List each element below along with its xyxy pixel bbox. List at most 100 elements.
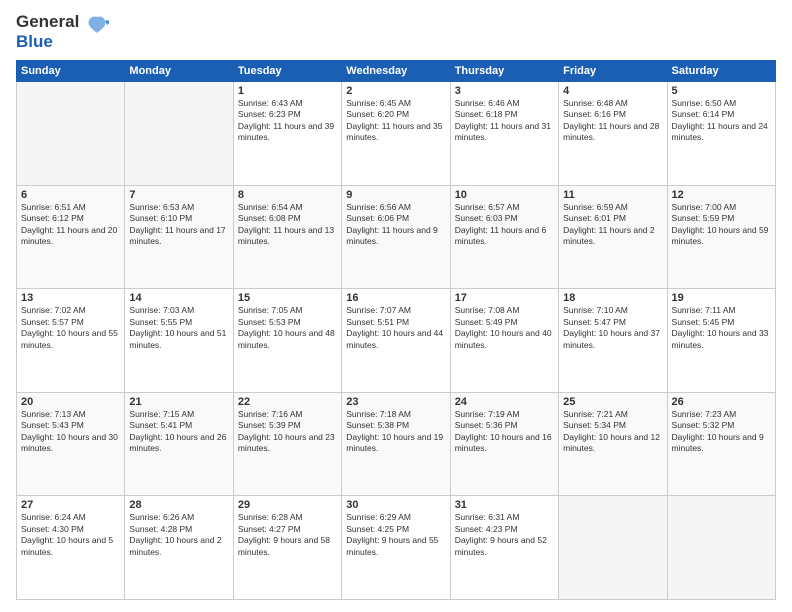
day-info: Sunrise: 7:19 AMSunset: 5:36 PMDaylight:…: [455, 409, 554, 455]
day-info: Sunrise: 7:23 AMSunset: 5:32 PMDaylight:…: [672, 409, 771, 455]
calendar-cell: 19Sunrise: 7:11 AMSunset: 5:45 PMDayligh…: [667, 289, 775, 393]
calendar-cell: 8Sunrise: 6:54 AMSunset: 6:08 PMDaylight…: [233, 185, 341, 289]
calendar-cell: [17, 82, 125, 186]
day-number: 1: [238, 85, 337, 97]
day-info: Sunrise: 7:00 AMSunset: 5:59 PMDaylight:…: [672, 202, 771, 248]
logo: GeneralBlue: [16, 12, 111, 52]
calendar-cell: 26Sunrise: 7:23 AMSunset: 5:32 PMDayligh…: [667, 392, 775, 496]
calendar-cell: 31Sunrise: 6:31 AMSunset: 4:23 PMDayligh…: [450, 496, 558, 600]
day-number: 4: [563, 85, 662, 97]
day-info: Sunrise: 7:21 AMSunset: 5:34 PMDaylight:…: [563, 409, 662, 455]
day-number: 19: [672, 292, 771, 304]
calendar-week-row: 20Sunrise: 7:13 AMSunset: 5:43 PMDayligh…: [17, 392, 776, 496]
logo-bird-icon: [83, 13, 111, 46]
day-number: 13: [21, 292, 120, 304]
day-info: Sunrise: 6:54 AMSunset: 6:08 PMDaylight:…: [238, 202, 337, 248]
calendar-cell: 21Sunrise: 7:15 AMSunset: 5:41 PMDayligh…: [125, 392, 233, 496]
day-info: Sunrise: 7:13 AMSunset: 5:43 PMDaylight:…: [21, 409, 120, 455]
day-number: 14: [129, 292, 228, 304]
calendar-cell: 4Sunrise: 6:48 AMSunset: 6:16 PMDaylight…: [559, 82, 667, 186]
day-info: Sunrise: 6:56 AMSunset: 6:06 PMDaylight:…: [346, 202, 445, 248]
calendar-cell: 11Sunrise: 6:59 AMSunset: 6:01 PMDayligh…: [559, 185, 667, 289]
day-info: Sunrise: 6:24 AMSunset: 4:30 PMDaylight:…: [21, 512, 120, 558]
calendar-week-row: 13Sunrise: 7:02 AMSunset: 5:57 PMDayligh…: [17, 289, 776, 393]
day-number: 17: [455, 292, 554, 304]
day-number: 22: [238, 396, 337, 408]
calendar-cell: 16Sunrise: 7:07 AMSunset: 5:51 PMDayligh…: [342, 289, 450, 393]
day-number: 28: [129, 499, 228, 511]
calendar-cell: 29Sunrise: 6:28 AMSunset: 4:27 PMDayligh…: [233, 496, 341, 600]
weekday-header-cell: Monday: [125, 61, 233, 82]
calendar-week-row: 27Sunrise: 6:24 AMSunset: 4:30 PMDayligh…: [17, 496, 776, 600]
day-number: 29: [238, 499, 337, 511]
day-info: Sunrise: 7:02 AMSunset: 5:57 PMDaylight:…: [21, 305, 120, 351]
day-number: 15: [238, 292, 337, 304]
calendar-week-row: 6Sunrise: 6:51 AMSunset: 6:12 PMDaylight…: [17, 185, 776, 289]
weekday-header-cell: Thursday: [450, 61, 558, 82]
day-number: 9: [346, 189, 445, 201]
day-info: Sunrise: 6:43 AMSunset: 6:23 PMDaylight:…: [238, 98, 337, 144]
day-number: 24: [455, 396, 554, 408]
calendar-cell: 3Sunrise: 6:46 AMSunset: 6:18 PMDaylight…: [450, 82, 558, 186]
calendar-cell: 1Sunrise: 6:43 AMSunset: 6:23 PMDaylight…: [233, 82, 341, 186]
weekday-header-cell: Saturday: [667, 61, 775, 82]
day-info: Sunrise: 7:11 AMSunset: 5:45 PMDaylight:…: [672, 305, 771, 351]
weekday-header-cell: Tuesday: [233, 61, 341, 82]
day-info: Sunrise: 7:16 AMSunset: 5:39 PMDaylight:…: [238, 409, 337, 455]
day-info: Sunrise: 6:48 AMSunset: 6:16 PMDaylight:…: [563, 98, 662, 144]
calendar-cell: 5Sunrise: 6:50 AMSunset: 6:14 PMDaylight…: [667, 82, 775, 186]
day-info: Sunrise: 7:03 AMSunset: 5:55 PMDaylight:…: [129, 305, 228, 351]
calendar-cell: 7Sunrise: 6:53 AMSunset: 6:10 PMDaylight…: [125, 185, 233, 289]
day-number: 25: [563, 396, 662, 408]
day-info: Sunrise: 6:45 AMSunset: 6:20 PMDaylight:…: [346, 98, 445, 144]
calendar-cell: 24Sunrise: 7:19 AMSunset: 5:36 PMDayligh…: [450, 392, 558, 496]
day-info: Sunrise: 6:31 AMSunset: 4:23 PMDaylight:…: [455, 512, 554, 558]
day-info: Sunrise: 6:46 AMSunset: 6:18 PMDaylight:…: [455, 98, 554, 144]
day-number: 7: [129, 189, 228, 201]
day-number: 3: [455, 85, 554, 97]
weekday-header-cell: Friday: [559, 61, 667, 82]
calendar-cell: [125, 82, 233, 186]
calendar-cell: 28Sunrise: 6:26 AMSunset: 4:28 PMDayligh…: [125, 496, 233, 600]
day-info: Sunrise: 7:05 AMSunset: 5:53 PMDaylight:…: [238, 305, 337, 351]
day-info: Sunrise: 6:50 AMSunset: 6:14 PMDaylight:…: [672, 98, 771, 144]
day-number: 23: [346, 396, 445, 408]
day-number: 10: [455, 189, 554, 201]
weekday-header-cell: Wednesday: [342, 61, 450, 82]
day-info: Sunrise: 6:51 AMSunset: 6:12 PMDaylight:…: [21, 202, 120, 248]
day-number: 5: [672, 85, 771, 97]
day-info: Sunrise: 6:29 AMSunset: 4:25 PMDaylight:…: [346, 512, 445, 558]
calendar-cell: 14Sunrise: 7:03 AMSunset: 5:55 PMDayligh…: [125, 289, 233, 393]
calendar-cell: 6Sunrise: 6:51 AMSunset: 6:12 PMDaylight…: [17, 185, 125, 289]
calendar-cell: [559, 496, 667, 600]
calendar-body: 1Sunrise: 6:43 AMSunset: 6:23 PMDaylight…: [17, 82, 776, 600]
day-info: Sunrise: 7:07 AMSunset: 5:51 PMDaylight:…: [346, 305, 445, 351]
calendar-cell: 9Sunrise: 6:56 AMSunset: 6:06 PMDaylight…: [342, 185, 450, 289]
day-number: 16: [346, 292, 445, 304]
day-info: Sunrise: 6:53 AMSunset: 6:10 PMDaylight:…: [129, 202, 228, 248]
day-info: Sunrise: 6:28 AMSunset: 4:27 PMDaylight:…: [238, 512, 337, 558]
day-info: Sunrise: 6:59 AMSunset: 6:01 PMDaylight:…: [563, 202, 662, 248]
calendar-cell: 27Sunrise: 6:24 AMSunset: 4:30 PMDayligh…: [17, 496, 125, 600]
calendar-cell: 12Sunrise: 7:00 AMSunset: 5:59 PMDayligh…: [667, 185, 775, 289]
page: GeneralBlue SundayMondayTuesdayWednesday…: [0, 0, 792, 612]
calendar-cell: 15Sunrise: 7:05 AMSunset: 5:53 PMDayligh…: [233, 289, 341, 393]
calendar-cell: [667, 496, 775, 600]
day-info: Sunrise: 7:10 AMSunset: 5:47 PMDaylight:…: [563, 305, 662, 351]
calendar-cell: 10Sunrise: 6:57 AMSunset: 6:03 PMDayligh…: [450, 185, 558, 289]
day-number: 11: [563, 189, 662, 201]
day-number: 8: [238, 189, 337, 201]
day-number: 12: [672, 189, 771, 201]
day-number: 26: [672, 396, 771, 408]
calendar-cell: 2Sunrise: 6:45 AMSunset: 6:20 PMDaylight…: [342, 82, 450, 186]
day-number: 18: [563, 292, 662, 304]
day-info: Sunrise: 6:26 AMSunset: 4:28 PMDaylight:…: [129, 512, 228, 558]
day-info: Sunrise: 7:15 AMSunset: 5:41 PMDaylight:…: [129, 409, 228, 455]
day-number: 2: [346, 85, 445, 97]
day-info: Sunrise: 7:18 AMSunset: 5:38 PMDaylight:…: [346, 409, 445, 455]
header: GeneralBlue: [16, 12, 776, 52]
calendar-cell: 18Sunrise: 7:10 AMSunset: 5:47 PMDayligh…: [559, 289, 667, 393]
calendar-cell: 30Sunrise: 6:29 AMSunset: 4:25 PMDayligh…: [342, 496, 450, 600]
day-number: 31: [455, 499, 554, 511]
day-number: 21: [129, 396, 228, 408]
